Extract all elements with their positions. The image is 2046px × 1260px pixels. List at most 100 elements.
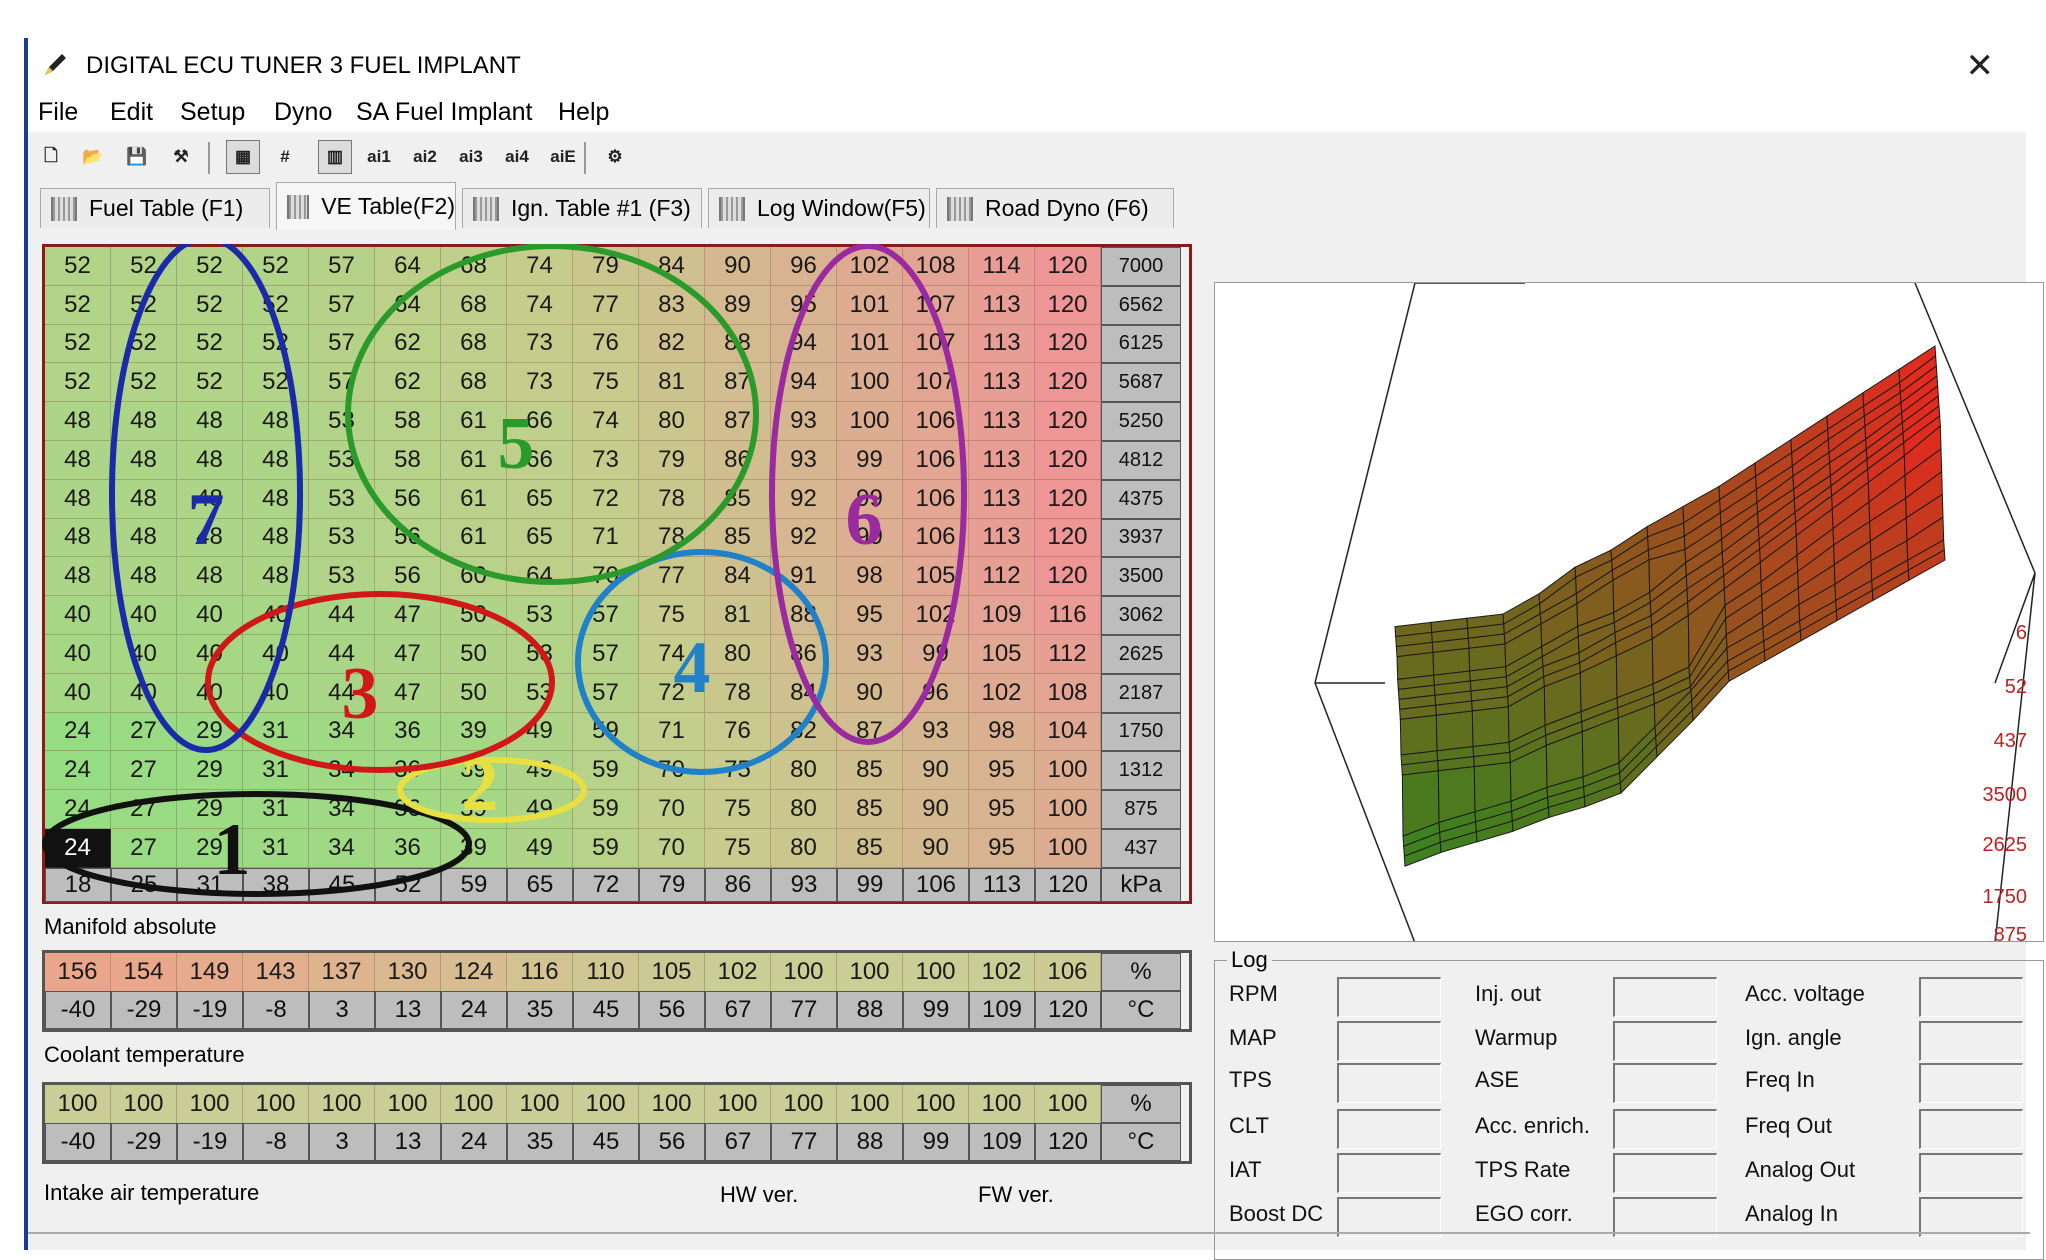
ve-cell[interactable]: 57 bbox=[309, 285, 375, 325]
ve-cell[interactable]: 50 bbox=[441, 635, 507, 674]
ve-cell[interactable]: 77 bbox=[639, 557, 705, 597]
ve-cell[interactable]: 52 bbox=[243, 324, 309, 364]
coolant-value-cell[interactable]: 106 bbox=[1035, 953, 1101, 991]
ve-cell[interactable]: 81 bbox=[639, 363, 705, 403]
intake_air-value-cell[interactable]: 100 bbox=[243, 1085, 309, 1123]
ve-cell[interactable]: 74 bbox=[507, 285, 573, 325]
aiE-icon[interactable]: aiE bbox=[546, 140, 580, 174]
ve-cell[interactable]: 96 bbox=[771, 247, 837, 286]
ve-cell[interactable]: 90 bbox=[705, 247, 771, 286]
ve-cell[interactable]: 57 bbox=[573, 673, 639, 713]
ve-cell[interactable]: 73 bbox=[507, 324, 573, 364]
ve-cell[interactable]: 82 bbox=[639, 324, 705, 364]
ve-cell[interactable]: 48 bbox=[45, 518, 111, 558]
intake_air-value-cell[interactable]: 100 bbox=[507, 1085, 573, 1123]
ai1-icon[interactable]: ai1 bbox=[362, 140, 396, 174]
ve-cell[interactable]: 52 bbox=[45, 363, 111, 403]
ve-cell[interactable]: 70 bbox=[573, 557, 639, 597]
ve-cell[interactable]: 75 bbox=[573, 363, 639, 403]
ve-cell[interactable]: 27 bbox=[111, 829, 177, 868]
ve-cell[interactable]: 27 bbox=[111, 712, 177, 752]
ve-cell[interactable]: 120 bbox=[1035, 441, 1101, 480]
ve-cell[interactable]: 92 bbox=[771, 479, 837, 519]
intake_air-value-cell[interactable]: 100 bbox=[1035, 1085, 1101, 1123]
ve-cell[interactable]: 73 bbox=[507, 363, 573, 403]
ve-cell[interactable]: 48 bbox=[243, 402, 309, 441]
ve-cell[interactable]: 65 bbox=[507, 479, 573, 519]
ve-cell[interactable]: 36 bbox=[375, 790, 441, 829]
ve-cell[interactable]: 112 bbox=[969, 557, 1035, 597]
ve-cell[interactable]: 114 bbox=[969, 247, 1035, 286]
tools-icon[interactable]: ⚒ bbox=[164, 140, 198, 174]
ve-cell[interactable]: 86 bbox=[771, 635, 837, 674]
ve-cell[interactable]: 88 bbox=[771, 596, 837, 635]
save-icon[interactable]: 💾 bbox=[120, 140, 154, 174]
ve-cell[interactable]: 40 bbox=[243, 673, 309, 713]
ve-cell[interactable]: 39 bbox=[441, 790, 507, 829]
ve-cell[interactable]: 49 bbox=[507, 751, 573, 791]
ve-cell[interactable]: 40 bbox=[45, 635, 111, 674]
ve-cell[interactable]: 84 bbox=[639, 247, 705, 286]
ve-cell[interactable]: 56 bbox=[375, 518, 441, 558]
ve-cell[interactable]: 92 bbox=[771, 518, 837, 558]
ve-cell[interactable]: 53 bbox=[309, 441, 375, 480]
intake_air-value-cell[interactable]: 100 bbox=[771, 1085, 837, 1123]
ve-cell[interactable]: 86 bbox=[705, 441, 771, 480]
ve-cell[interactable]: 100 bbox=[1035, 790, 1101, 829]
ve-cell[interactable]: 78 bbox=[639, 479, 705, 519]
ve-cell[interactable]: 79 bbox=[639, 441, 705, 480]
ve-cell[interactable]: 53 bbox=[507, 635, 573, 674]
ve-cell[interactable]: 47 bbox=[375, 673, 441, 713]
ve-cell[interactable]: 39 bbox=[441, 712, 507, 752]
ve-cell[interactable]: 79 bbox=[573, 247, 639, 286]
ve-cell[interactable]: 81 bbox=[705, 596, 771, 635]
ve-cell[interactable]: 74 bbox=[573, 402, 639, 441]
ve-cell[interactable]: 98 bbox=[837, 557, 903, 597]
ve-cell[interactable]: 113 bbox=[969, 363, 1035, 403]
ve-cell[interactable]: 48 bbox=[243, 518, 309, 558]
ve-cell[interactable]: 31 bbox=[243, 829, 309, 868]
ve-cell[interactable]: 99 bbox=[837, 479, 903, 519]
ve-cell[interactable]: 70 bbox=[639, 829, 705, 868]
ve-cell[interactable]: 58 bbox=[375, 441, 441, 480]
intake_air-value-cell[interactable]: 100 bbox=[969, 1085, 1035, 1123]
ve-cell[interactable]: 34 bbox=[309, 712, 375, 752]
ve-cell[interactable]: 83 bbox=[639, 285, 705, 325]
ve-cell[interactable]: 40 bbox=[45, 596, 111, 635]
ve-cell[interactable]: 68 bbox=[441, 247, 507, 286]
ve-cell[interactable]: 34 bbox=[309, 751, 375, 791]
ve-cell[interactable]: 113 bbox=[969, 441, 1035, 480]
ve-cell[interactable]: 40 bbox=[111, 596, 177, 635]
ve-cell[interactable]: 108 bbox=[903, 247, 969, 286]
ve-cell[interactable]: 31 bbox=[243, 751, 309, 791]
ve-cell[interactable]: 24 bbox=[45, 790, 111, 829]
ve-cell[interactable]: 49 bbox=[507, 790, 573, 829]
ai4-icon[interactable]: ai4 bbox=[500, 140, 534, 174]
ve-cell[interactable]: 27 bbox=[111, 751, 177, 791]
ve-cell[interactable]: 93 bbox=[771, 402, 837, 441]
menu-sa-fuel-implant[interactable]: SA Fuel Implant bbox=[356, 98, 532, 127]
ve-cell[interactable]: 48 bbox=[111, 479, 177, 519]
ve-cell[interactable]: 101 bbox=[837, 324, 903, 364]
ve-cell[interactable]: 80 bbox=[705, 635, 771, 674]
ve-cell[interactable]: 52 bbox=[243, 285, 309, 325]
ve-cell[interactable]: 100 bbox=[1035, 829, 1101, 868]
ve-cell[interactable]: 61 bbox=[441, 518, 507, 558]
ve-cell[interactable]: 57 bbox=[309, 247, 375, 286]
ve-cell[interactable]: 95 bbox=[969, 751, 1035, 791]
grid-view-icon[interactable]: ▦ bbox=[226, 140, 260, 174]
new-file-icon[interactable]: 🗋 bbox=[34, 140, 68, 174]
ve-cell[interactable]: 106 bbox=[903, 479, 969, 519]
ve-cell-selected[interactable]: 24 bbox=[45, 829, 111, 868]
intake_air-value-cell[interactable]: 100 bbox=[111, 1085, 177, 1123]
ve-cell[interactable]: 61 bbox=[441, 479, 507, 519]
ve-cell[interactable]: 80 bbox=[771, 790, 837, 829]
ve-cell[interactable]: 52 bbox=[111, 363, 177, 403]
ve-cell[interactable]: 48 bbox=[177, 441, 243, 480]
ve-cell[interactable]: 75 bbox=[639, 596, 705, 635]
coolant-value-cell[interactable]: 149 bbox=[177, 953, 243, 991]
ve-cell[interactable]: 40 bbox=[243, 596, 309, 635]
ve-cell[interactable]: 65 bbox=[507, 518, 573, 558]
ve-cell[interactable]: 113 bbox=[969, 518, 1035, 558]
ve-cell[interactable]: 82 bbox=[771, 712, 837, 752]
